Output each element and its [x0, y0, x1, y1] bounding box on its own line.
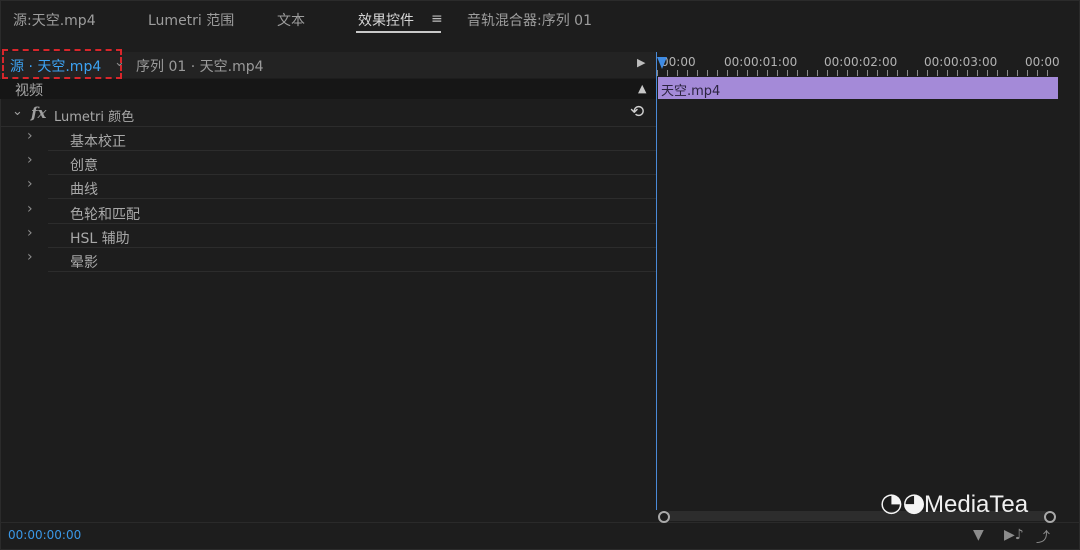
ruler-label: 00:00:02:00 [824, 55, 898, 69]
chevron-right-icon[interactable]: › [27, 225, 33, 241]
wechat-logo-icon: ◔◕ [880, 488, 926, 518]
fx-icon[interactable]: fx [31, 104, 46, 122]
play-audio-icon[interactable]: ▶♪ [1004, 527, 1024, 543]
export-icon[interactable]: ⤴ [1036, 527, 1050, 547]
active-tab-underline [356, 31, 441, 33]
time-ruler[interactable]: 00:00 00:00:01:00 00:00:02:00 00:00:03:0… [657, 52, 1080, 76]
bottom-divider [0, 522, 1080, 523]
property-curves[interactable]: › 曲线 [0, 175, 656, 199]
video-section-header: 视频 ▲ [0, 79, 656, 99]
property-label: 晕影 [70, 255, 98, 271]
effect-label: Lumetri 颜色 [54, 110, 135, 125]
timeline-clip-label: 天空.mp4 [661, 84, 721, 99]
chevron-right-icon[interactable]: › [27, 176, 33, 192]
effect-controls-panel: 源 · 天空.mp4 ⌄ 序列 01 · 天空.mp4 ▶ 视频 ▲ ⌄ fx … [0, 49, 656, 522]
playhead-marker[interactable] [657, 57, 667, 69]
filter-icon[interactable]: ▼ [973, 527, 984, 543]
chevron-down-icon[interactable]: ⌄ [114, 55, 125, 70]
property-label: 基本校正 [70, 134, 126, 150]
tab-text[interactable]: 文本 [277, 10, 305, 30]
sequence-clip-label[interactable]: 序列 01 · 天空.mp4 [136, 56, 264, 76]
timeline-clip[interactable]: 天空.mp4 [658, 77, 1058, 99]
property-label: 创意 [70, 158, 98, 174]
property-hsl-secondary[interactable]: › HSL 辅助 [0, 224, 656, 248]
video-section-label: 视频 [15, 83, 43, 99]
clip-selector-bar: 源 · 天空.mp4 ⌄ 序列 01 · 天空.mp4 ▶ [0, 49, 656, 79]
tab-effect-controls[interactable]: 效果控件 [358, 10, 414, 30]
chevron-right-icon[interactable]: › [27, 249, 33, 265]
scrollbar-left-handle[interactable] [658, 511, 670, 523]
property-color-wheels[interactable]: › 色轮和匹配 [0, 200, 656, 224]
watermark-text: MediaTea [924, 491, 1029, 518]
chevron-right-icon[interactable]: › [27, 128, 33, 144]
property-creative[interactable]: › 创意 [0, 151, 656, 175]
current-timecode[interactable]: 00:00:00:00 [8, 528, 81, 542]
reset-icon[interactable]: ⟲ [630, 102, 644, 122]
divider [48, 198, 656, 199]
ruler-label: 00:00 [1025, 55, 1060, 69]
property-basic-correction[interactable]: › 基本校正 [0, 127, 656, 151]
divider [48, 271, 656, 272]
panel-split-divider[interactable] [656, 52, 657, 510]
lumetri-effect-row[interactable]: ⌄ fx Lumetri 颜色 ⟲ [0, 102, 656, 127]
property-label: 曲线 [70, 182, 98, 198]
property-vignette[interactable]: › 晕影 [0, 248, 656, 272]
property-label: 色轮和匹配 [70, 207, 140, 223]
source-clip-highlight-box [2, 49, 122, 79]
chevron-right-icon[interactable]: › [27, 201, 33, 217]
play-arrow-icon[interactable]: ▶ [637, 56, 645, 69]
ruler-label: 00:00:03:00 [924, 55, 998, 69]
tab-audio-track-mixer[interactable]: 音轨混合器:序列 01 [467, 10, 592, 30]
collapse-up-icon[interactable]: ▲ [638, 82, 646, 95]
chevron-down-icon[interactable]: ⌄ [12, 104, 23, 119]
tab-source[interactable]: 源:天空.mp4 [13, 10, 96, 30]
chevron-right-icon[interactable]: › [27, 152, 33, 168]
panel-tab-bar: 源:天空.mp4 Lumetri 范围 文本 效果控件 ≡ 音轨混合器:序列 0… [0, 0, 1080, 40]
tab-lumetri-scopes[interactable]: Lumetri 范围 [148, 10, 234, 30]
watermark: ◔◕ MediaTea [880, 488, 1060, 522]
panel-menu-icon[interactable]: ≡ [431, 11, 443, 27]
ruler-label: 00:00:01:00 [724, 55, 798, 69]
property-label: HSL 辅助 [70, 231, 130, 247]
ruler-ticks [657, 70, 1057, 76]
